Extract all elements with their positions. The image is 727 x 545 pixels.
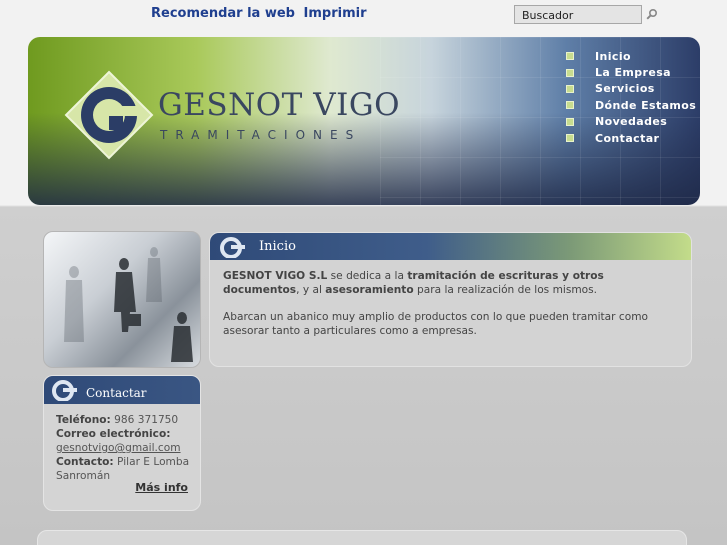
content-panel: Inicio GESNOT VIGO S.L se dedica a la tr… (209, 232, 692, 367)
phone-label: Teléfono: (56, 414, 111, 426)
highlight-text: asesoramiento (325, 284, 414, 296)
nav-item-novedades[interactable]: Novedades (566, 114, 696, 130)
nav-item-servicios[interactable]: Servicios (566, 81, 696, 97)
text-fragment: para la realización de los mismos. (413, 284, 598, 296)
email-label: Correo electrónico: (56, 428, 171, 440)
people-figures-icon (64, 247, 193, 362)
nav-item-donde-estamos[interactable]: Dónde Estamos (566, 97, 696, 113)
contact-title: Contactar (86, 386, 147, 400)
search-input[interactable] (514, 5, 642, 24)
bullet-icon (566, 134, 574, 143)
search-icon[interactable] (646, 8, 658, 20)
intro-paragraph: GESNOT VIGO S.L se dedica a la tramitaci… (223, 269, 679, 297)
bullet-icon (566, 84, 574, 93)
bullet-icon (566, 52, 574, 61)
phone-value: 986 371750 (110, 414, 179, 426)
contact-body: Teléfono: 986 371750 Correo electrónico:… (44, 404, 200, 483)
contact-line: Contacto: Pilar E Lomba Sanromán (56, 455, 190, 483)
contact-box: Contactar Teléfono: 986 371750 Correo el… (43, 375, 201, 511)
main-nav: Inicio La Empresa Servicios Dónde Estamo… (566, 48, 696, 146)
contact-label: Contacto: (56, 456, 114, 468)
nav-item-inicio[interactable]: Inicio (566, 48, 696, 64)
bullet-icon (566, 117, 574, 126)
logo-title: GESNOT VIGO (158, 87, 401, 123)
top-links: Recomendar la web Imprimir (151, 6, 370, 21)
logo-icon (64, 70, 154, 160)
text-fragment: , y al (296, 284, 326, 296)
phone-line: Teléfono: 986 371750 (56, 413, 190, 427)
logo-subtitle: TRAMITACIONES (160, 128, 362, 142)
company-name: GESNOT VIGO S.L (223, 270, 328, 282)
services-paragraph: Abarcan un abanico muy amplio de product… (223, 311, 649, 337)
more-info-link[interactable]: Más info (135, 481, 188, 494)
contact-header: Contactar (44, 376, 200, 404)
nav-item-contactar[interactable]: Contactar (566, 130, 696, 146)
recommend-link[interactable]: Recomendar la web (151, 6, 295, 21)
people-photo (43, 231, 201, 368)
nav-item-la-empresa[interactable]: La Empresa (566, 64, 696, 80)
email-link[interactable]: gesnotvigo@gmail.com (56, 442, 181, 454)
print-link[interactable]: Imprimir (304, 6, 367, 21)
bullet-icon (566, 101, 574, 110)
footer-bar (37, 530, 687, 545)
logo-small-icon (52, 380, 77, 401)
header-banner: GESNOT VIGO TRAMITACIONES Inicio La Empr… (28, 37, 700, 205)
logo-small-icon (220, 237, 245, 258)
content-title: Inicio (259, 239, 296, 254)
text-fragment: se dedica a la (327, 270, 408, 282)
bullet-icon (566, 68, 574, 77)
content-panel-header: Inicio (210, 233, 691, 260)
content-body: GESNOT VIGO S.L se dedica a la tramitaci… (210, 260, 691, 338)
